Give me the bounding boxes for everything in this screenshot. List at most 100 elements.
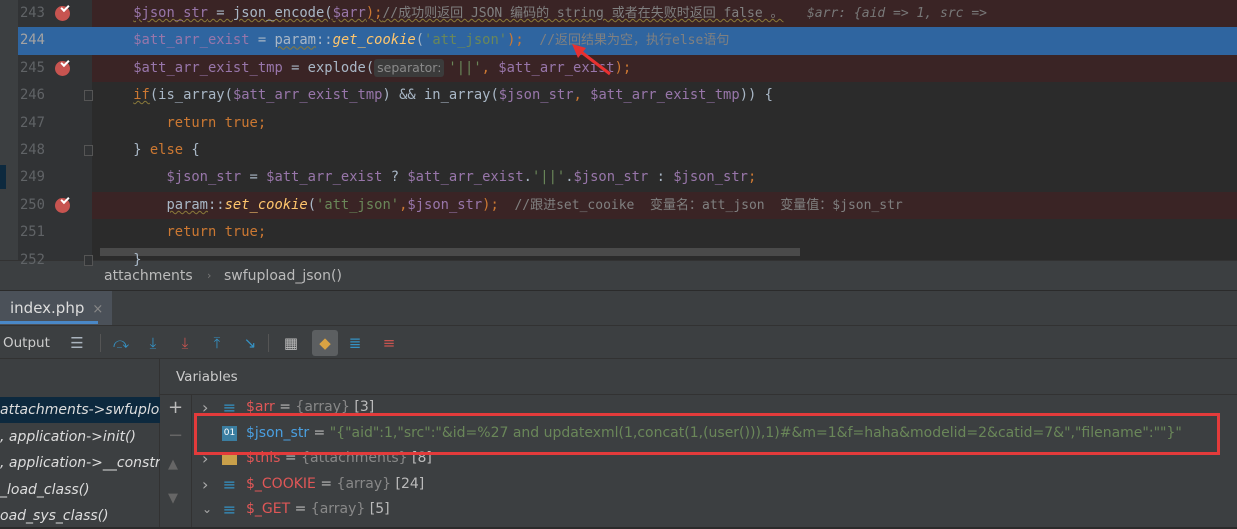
code-token: , bbox=[482, 60, 499, 76]
fold-marker-icon[interactable] bbox=[84, 90, 93, 101]
variable-equals: = bbox=[280, 450, 301, 466]
code-line[interactable]: } else { bbox=[92, 137, 1237, 164]
code-token: return true; bbox=[166, 224, 266, 240]
expand-toggle-icon[interactable]: ⌄ bbox=[202, 497, 212, 522]
code-token: $json_str bbox=[407, 197, 482, 213]
code-token: else bbox=[150, 142, 183, 158]
gutter-line[interactable]: 246 bbox=[18, 82, 92, 109]
code-line[interactable]: param::set_cookie('att_json',$json_str);… bbox=[92, 192, 1237, 219]
constants-icon[interactable]: ◆ bbox=[312, 330, 338, 356]
variable-type: {array} bbox=[295, 399, 350, 415]
code-line[interactable]: return true; bbox=[92, 219, 1237, 246]
tab-label: index.php bbox=[10, 299, 84, 317]
variable-text: $json_str = "{"aid":1,"src":"&id=%27 and… bbox=[246, 421, 1182, 446]
add-watch-icon[interactable]: ≡ bbox=[378, 332, 400, 354]
code-comment: //跟进set_cooike 变量名：att_json 变量值：$json_st… bbox=[499, 198, 903, 213]
close-icon[interactable]: × bbox=[92, 302, 103, 317]
variables-tree: ›≡$arr = {array} [3]01$json_str = "{"aid… bbox=[192, 395, 1237, 527]
add-watch-button[interactable]: + bbox=[168, 397, 183, 418]
step-out-icon[interactable]: ⤒ bbox=[206, 332, 228, 354]
line-number: 250 bbox=[20, 192, 45, 219]
code-token: get_cookie bbox=[333, 32, 416, 48]
force-step-into-icon[interactable]: ⤓ bbox=[174, 332, 196, 354]
variable-count: [5] bbox=[365, 501, 389, 517]
debug-toolbar: Output ☰ ⤼ ⤓ ⤓ ⤒ ↘ ▦ ◆ ≣ ≡ bbox=[0, 325, 1237, 359]
variable-name: $arr bbox=[246, 399, 275, 415]
variable-count: [3] bbox=[350, 399, 374, 415]
output-tab[interactable]: Output bbox=[3, 326, 50, 360]
code-token: ); bbox=[615, 60, 632, 76]
code-token: )) { bbox=[740, 87, 773, 103]
evaluate-expression-icon[interactable]: ▦ bbox=[280, 332, 302, 354]
string-type-icon: 01 bbox=[222, 426, 237, 441]
gutter-line[interactable]: 245 bbox=[18, 55, 92, 82]
code-text: } else { bbox=[100, 137, 200, 164]
expand-toggle-icon[interactable]: › bbox=[202, 446, 208, 471]
gutter-line[interactable]: 250 bbox=[18, 192, 92, 219]
run-to-cursor-icon[interactable]: ↘ bbox=[239, 332, 261, 354]
move-up-button[interactable]: ▲ bbox=[168, 457, 178, 472]
code-token: $att_arr_exist bbox=[266, 169, 382, 185]
code-line[interactable]: $att_arr_exist_tmp = explode(separator:'… bbox=[92, 55, 1237, 82]
variable-equals: = bbox=[309, 425, 330, 441]
variable-text: $arr = {array} [3] bbox=[246, 395, 374, 420]
code-token: :: bbox=[208, 197, 225, 213]
tool-window-strip bbox=[0, 0, 18, 260]
code-token: :: bbox=[316, 32, 333, 48]
code-token bbox=[100, 5, 133, 21]
line-number: 243 bbox=[20, 0, 45, 27]
variable-text: $_GET = {array} [5] bbox=[246, 497, 390, 522]
tab-index-php[interactable]: index.php × bbox=[0, 291, 112, 326]
frame-item[interactable]: , application->init() bbox=[0, 424, 160, 450]
code-line[interactable]: $json_str = $att_arr_exist ? $att_arr_ex… bbox=[92, 164, 1237, 191]
variable-equals: = bbox=[316, 476, 337, 492]
gutter-line[interactable]: 252 bbox=[18, 247, 92, 274]
step-into-icon[interactable]: ⤓ bbox=[142, 332, 164, 354]
step-over-icon[interactable]: ⤼ bbox=[110, 332, 132, 354]
code-line[interactable]: } bbox=[92, 247, 1237, 274]
gutter-line[interactable]: 244 bbox=[18, 27, 92, 54]
code-line[interactable]: $json_str = json_encode($arr);//成功则返回 JS… bbox=[92, 0, 1237, 27]
layout-icon[interactable]: ☰ bbox=[66, 332, 88, 354]
move-down-button[interactable]: ▼ bbox=[168, 491, 178, 506]
toolbar-separator bbox=[100, 334, 101, 352]
line-number: 251 bbox=[20, 219, 45, 246]
gutter-line[interactable]: 248 bbox=[18, 137, 92, 164]
expand-toggle-icon[interactable]: › bbox=[202, 472, 208, 497]
code-line[interactable]: if(is_array($att_arr_exist_tmp) && in_ar… bbox=[92, 82, 1237, 109]
code-token: ) && in_array( bbox=[382, 87, 498, 103]
code-token bbox=[100, 32, 133, 48]
code-token: = json_encode( bbox=[208, 5, 333, 21]
gutter-line[interactable]: 251 bbox=[18, 219, 92, 246]
frame-item[interactable]: , application->__construct() bbox=[0, 450, 160, 476]
code-token: $att_arr_exist bbox=[133, 32, 249, 48]
gutter-line[interactable]: 249 bbox=[18, 164, 92, 191]
breakpoint-icon[interactable] bbox=[55, 61, 70, 76]
frame-item[interactable]: _load_class() bbox=[0, 477, 160, 503]
frame-item[interactable]: attachments->swfupload_json() bbox=[0, 397, 160, 423]
ordered-list-icon[interactable]: ≣ bbox=[344, 332, 366, 354]
fold-marker-icon[interactable] bbox=[84, 145, 93, 156]
parameter-hint: separator: bbox=[374, 59, 444, 77]
line-number: 245 bbox=[20, 55, 45, 82]
frame-item[interactable]: oad_sys_class() bbox=[0, 503, 160, 529]
code-line[interactable]: return true; bbox=[92, 110, 1237, 137]
code-token bbox=[100, 252, 133, 268]
code-token: $att_arr_exist bbox=[498, 60, 614, 76]
gutter-line[interactable]: 247 bbox=[18, 110, 92, 137]
expand-toggle-icon[interactable]: › bbox=[202, 395, 208, 420]
breakpoint-icon[interactable] bbox=[55, 6, 70, 21]
code-token: $json_str bbox=[673, 169, 748, 185]
code-token bbox=[100, 224, 166, 240]
code-line[interactable]: $att_arr_exist = param::get_cookie('att_… bbox=[92, 27, 1237, 54]
breakpoint-icon[interactable] bbox=[55, 198, 70, 213]
remove-watch-button[interactable]: − bbox=[168, 425, 183, 446]
code-token: 'att_json' bbox=[316, 197, 399, 213]
code-token: return true; bbox=[166, 115, 266, 131]
fold-marker-icon[interactable] bbox=[84, 255, 93, 266]
inline-value-hint: $arr: {aid => 1, src => bbox=[783, 6, 987, 21]
code-token: $att_arr_exist bbox=[407, 169, 523, 185]
variable-value: "{"aid":1,"src":"&id=%27 and updatexml(1… bbox=[330, 425, 1182, 441]
code-token: '||' bbox=[448, 60, 481, 76]
gutter-line[interactable]: 243 bbox=[18, 0, 92, 27]
